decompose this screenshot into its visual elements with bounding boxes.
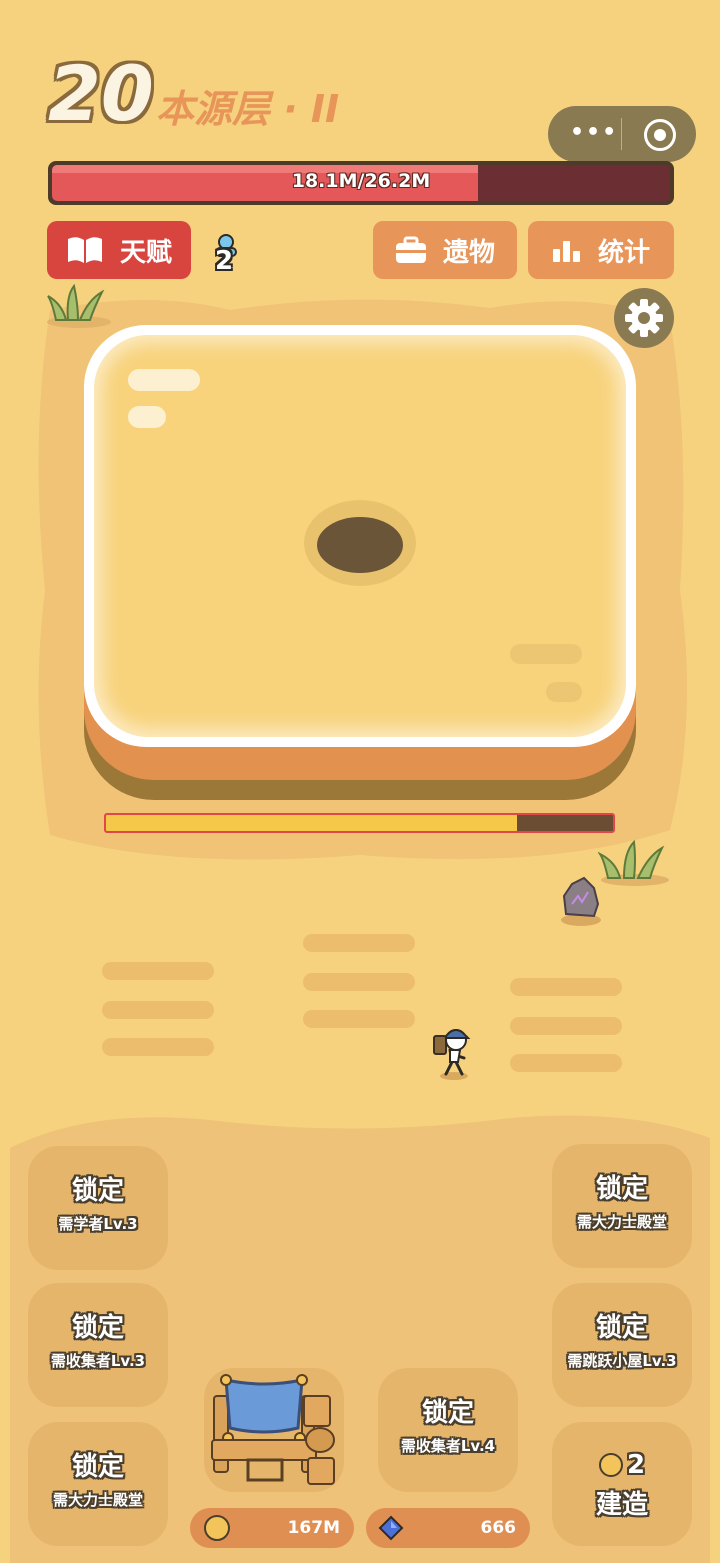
gem-amount: 666: [480, 1518, 517, 1538]
slot-lock-label: 锁定: [71, 1452, 124, 1482]
slot-requirement: 需学者Lv.3: [58, 1215, 138, 1233]
coin-icon: [598, 1453, 623, 1477]
slot-requirement: 需大力士殿堂: [576, 1213, 667, 1231]
sand-ridge: [510, 1017, 622, 1035]
ore-rock-icon[interactable]: [558, 874, 604, 928]
building-slot-locked[interactable]: 锁定 需收集者Lv.3: [28, 1283, 168, 1407]
settings-button[interactable]: [614, 288, 674, 348]
sand-ridge: [510, 978, 622, 996]
grass-tuft-icon: [47, 283, 111, 328]
building-slot-locked[interactable]: 锁定 需收集者Lv.4: [378, 1368, 518, 1492]
gem-icon: [378, 1515, 404, 1541]
talent-points-badge: 2: [208, 232, 244, 280]
sand-ridge: [102, 1038, 214, 1056]
slot-lock-label: 锁定: [71, 1176, 124, 1206]
floor-number: 20: [48, 49, 154, 138]
sand-ridge: [303, 934, 415, 952]
close-target-icon[interactable]: [644, 119, 676, 151]
sand-ridge: [102, 962, 214, 980]
sand-ridge: [102, 1001, 214, 1019]
floor-name: 本源层 · II: [156, 87, 340, 131]
building-slot-locked[interactable]: 锁定 需学者Lv.3: [28, 1146, 168, 1270]
build-label: 建造: [595, 1490, 648, 1520]
slot-requirement: 需收集者Lv.3: [50, 1352, 146, 1370]
gem-resource-bar: 666: [366, 1508, 530, 1548]
grass-tuft-icon: [598, 839, 669, 886]
relic-button[interactable]: 遗物: [373, 221, 517, 279]
talent-points-count: 2: [215, 246, 234, 276]
sand-ridge: [510, 1054, 622, 1072]
board-gloss: [128, 406, 166, 428]
board-gloss: [128, 369, 200, 391]
briefcase-icon: [395, 236, 426, 263]
slot-lock-label: 锁定: [421, 1398, 474, 1428]
talent-button[interactable]: 天赋: [47, 221, 191, 279]
hp-text: 18.1M/26.2M: [291, 170, 431, 192]
gear-icon: [625, 299, 663, 337]
sand-ridge: [303, 1010, 415, 1028]
slot-lock-label: 锁定: [595, 1313, 648, 1343]
board-shade: [510, 644, 582, 664]
mine-progress-fill: [106, 815, 517, 831]
build-cost: 2: [626, 1450, 646, 1480]
bar-chart-icon: [552, 241, 580, 262]
mine-progress-bar: [104, 813, 615, 833]
slot-lock-label: 锁定: [71, 1313, 124, 1343]
miniprogram-capsule[interactable]: •••: [548, 106, 696, 162]
book-icon: [67, 237, 102, 263]
market-stall-building[interactable]: [204, 1368, 344, 1492]
more-icon[interactable]: •••: [570, 120, 618, 145]
capsule-divider: [621, 118, 622, 150]
slot-requirement: 需收集者Lv.4: [400, 1437, 496, 1455]
board-shade: [546, 682, 582, 702]
slot-requirement: 需大力士殿堂: [52, 1491, 143, 1509]
sand-ridge: [303, 973, 415, 991]
relic-label: 遗物: [442, 237, 495, 268]
coin-icon: [204, 1515, 230, 1541]
mine-hole[interactable]: [317, 517, 403, 573]
stats-label: 统计: [597, 237, 650, 268]
building-slot-locked[interactable]: 锁定 需跳跃小屋Lv.3: [552, 1283, 692, 1407]
slot-requirement: 需跳跃小屋Lv.3: [567, 1352, 677, 1370]
boss-hp-bar: 18.1M/26.2M: [48, 161, 674, 205]
build-button[interactable]: 2 建造: [552, 1422, 692, 1546]
building-slot-locked[interactable]: 锁定 需大力士殿堂: [28, 1422, 168, 1546]
building-slot-locked[interactable]: 锁定 需大力士殿堂: [552, 1144, 692, 1268]
talent-label: 天赋: [119, 237, 172, 268]
gold-amount: 167M: [287, 1518, 340, 1538]
slot-lock-label: 锁定: [595, 1174, 648, 1204]
market-stall-icon: [211, 1374, 335, 1485]
stats-button[interactable]: 统计: [528, 221, 674, 279]
gold-resource-bar: 167M: [190, 1508, 354, 1548]
miner-character-icon: [433, 1029, 471, 1080]
